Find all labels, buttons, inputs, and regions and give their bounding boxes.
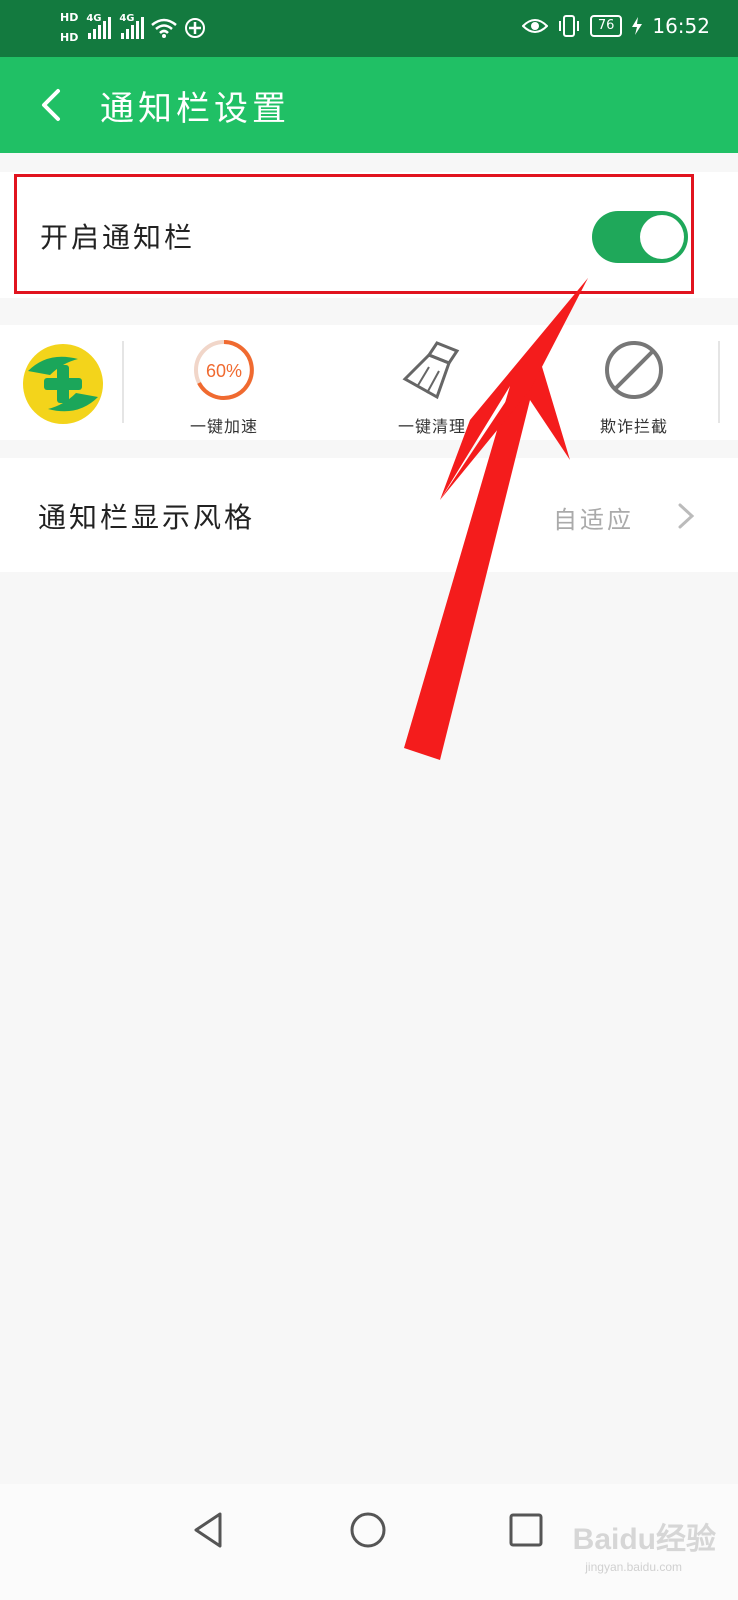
- eye-comfort-icon: [521, 19, 548, 33]
- status-bar: HD HD 4G 4G 76 16:52: [0, 0, 738, 57]
- 360-logo-icon[interactable]: [22, 343, 104, 425]
- signal-icon-2: 4G: [119, 13, 145, 39]
- network-type-2: 4G: [119, 13, 135, 24]
- charging-icon: [632, 17, 643, 35]
- nav-back-icon[interactable]: [188, 1508, 232, 1552]
- battery-indicator: 76: [589, 15, 623, 37]
- display-style-row[interactable]: 通知栏显示风格 自适应: [0, 458, 738, 572]
- clock: 16:52: [652, 14, 710, 38]
- hotspot-icon: [185, 18, 206, 38]
- display-style-label: 通知栏显示风格: [38, 501, 256, 534]
- hd-indicators: HD HD: [60, 8, 78, 48]
- signal-icon-1: 4G: [86, 13, 112, 39]
- divider: [122, 341, 124, 423]
- watermark-url: jingyan.baidu.com: [585, 1560, 682, 1574]
- status-bar-right: 76 16:52: [521, 14, 710, 38]
- wifi-icon: [151, 18, 178, 38]
- nav-home-icon[interactable]: [346, 1508, 390, 1552]
- chevron-right-icon: [678, 503, 695, 529]
- back-arrow-icon[interactable]: [34, 85, 74, 125]
- boost-percent: 60%: [206, 361, 242, 381]
- vibrate-icon: [558, 15, 579, 37]
- nav-recents-icon[interactable]: [504, 1508, 548, 1552]
- quick-action-boost[interactable]: 60% 一键加速: [164, 337, 284, 437]
- divider: [718, 341, 720, 423]
- watermark-brand: Baidu经验: [572, 1523, 716, 1556]
- boost-gauge-icon: 60%: [194, 340, 254, 400]
- page-title: 通知栏设置: [100, 89, 290, 129]
- annotation-arrow-icon: [404, 278, 588, 760]
- block-icon: [605, 341, 663, 399]
- hd-indicator-1: HD: [60, 11, 79, 24]
- notification-preview-bar: 60% 一键加速 一键清理 欺诈拦截: [0, 325, 738, 440]
- app-bar: 通知栏设置: [0, 57, 738, 153]
- quick-action-label: 一键加速: [189, 417, 258, 436]
- status-bar-left: HD HD 4G 4G: [60, 8, 206, 48]
- hd-indicator-2: HD: [60, 31, 79, 44]
- network-type-1: 4G: [86, 13, 102, 24]
